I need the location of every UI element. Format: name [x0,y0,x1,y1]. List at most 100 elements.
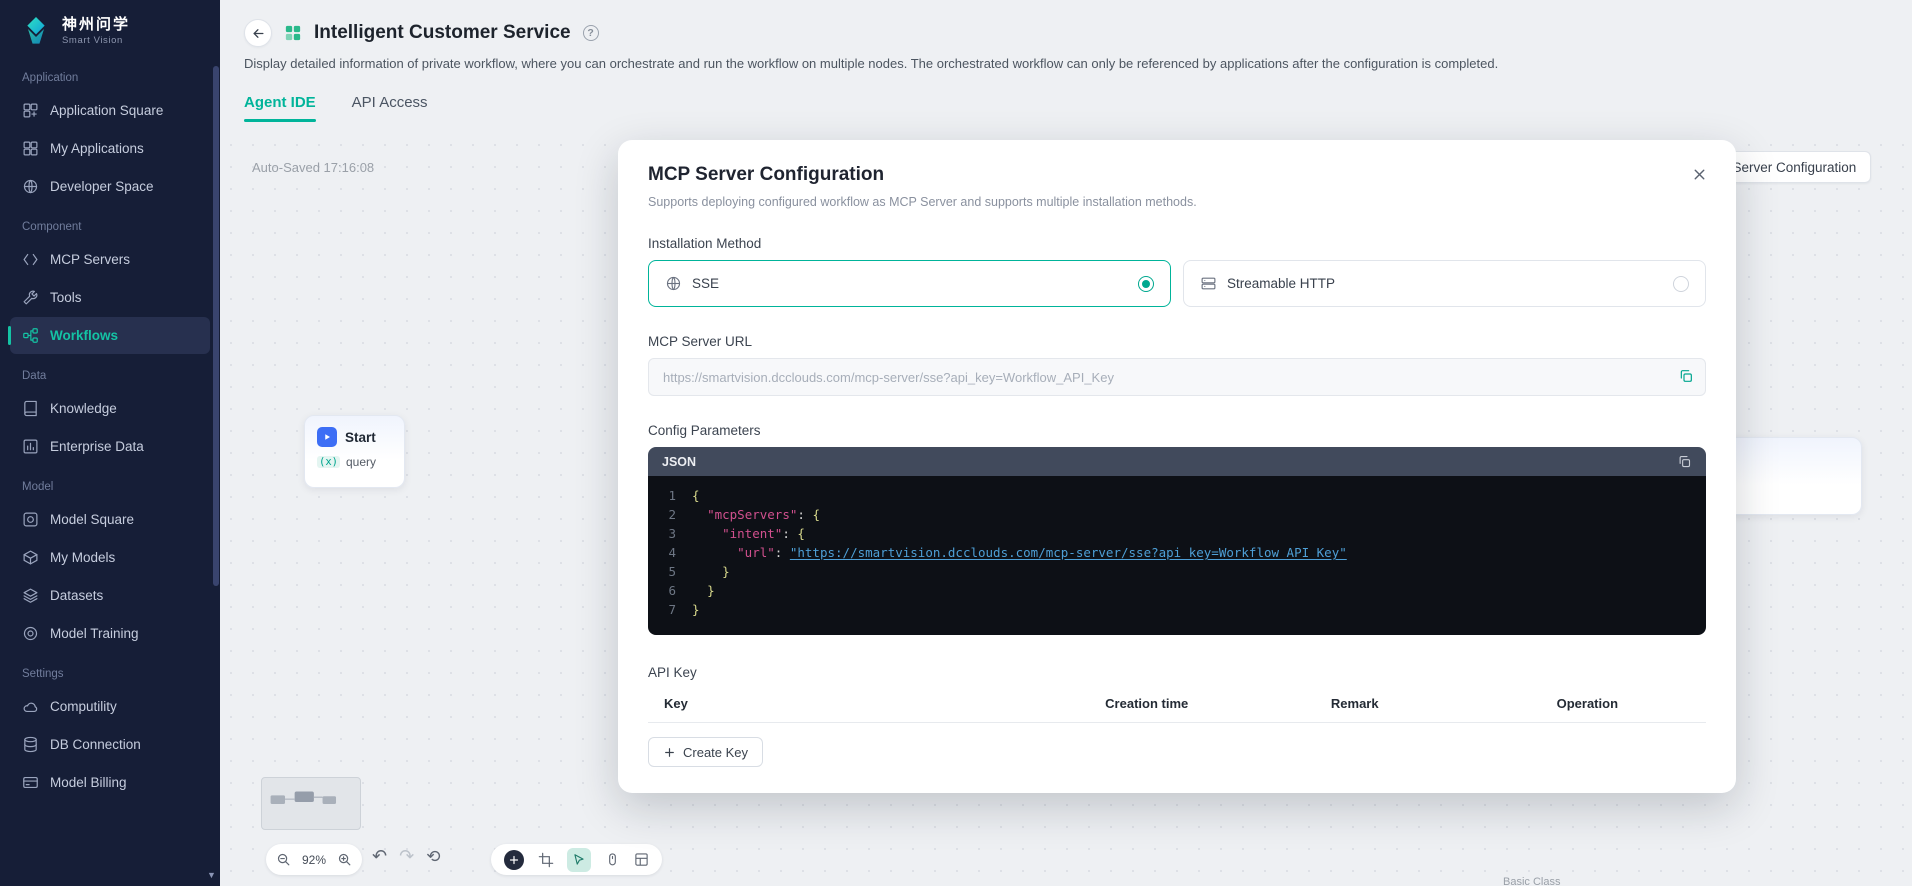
sidebar-item-computility[interactable]: Computility [10,688,210,725]
column-header-operation: Operation [1557,696,1690,711]
zoom-in-button[interactable] [337,852,352,867]
sidebar-item-label: Developer Space [50,179,154,194]
nav-section-label: Settings [0,653,220,687]
column-header-creation-time: Creation time [1105,696,1331,711]
line-number: 2 [648,505,676,524]
sidebar-item-label: DB Connection [50,737,141,752]
sidebar-item-developer-space[interactable]: Developer Space [10,168,210,205]
node-title: Start [345,430,376,445]
page-description: Display detailed information of private … [244,56,1842,71]
tab-agent-ide[interactable]: Agent IDE [244,94,316,122]
code-line: 2 "mcpServers": { [648,505,1706,524]
datasets-icon [22,587,39,604]
workflow-app-icon [284,24,302,42]
book-icon [22,400,39,417]
sidebar-item-enterprise-data[interactable]: Enterprise Data [10,428,210,465]
sidebar-item-label: Enterprise Data [50,439,144,454]
globe-icon [665,275,682,292]
autosave-status: Auto-Saved 17:16:08 [252,160,374,175]
option-sse[interactable]: SSE [648,260,1171,307]
sidebar-item-workflows[interactable]: Workflows [10,317,210,354]
model-square-icon [22,511,39,528]
plus-icon [663,746,676,759]
tab-api-access[interactable]: API Access [352,94,428,122]
zoom-controls: 92% [266,844,362,875]
close-icon[interactable] [1691,166,1708,183]
tab-bar: Agent IDE API Access [244,94,428,122]
auto-layout-icon[interactable] [634,852,649,867]
sidebar-item-label: My Applications [50,141,144,156]
sidebar-item-label: Tools [50,290,82,305]
pan-tool-icon[interactable] [605,852,620,867]
mcp-server-url-field [648,358,1706,396]
code-line: 5 } [648,562,1706,581]
active-indicator [8,326,11,345]
brand-diamond-icon [20,15,52,47]
sidebar-item-tools[interactable]: Tools [10,279,210,316]
copy-code-icon[interactable] [1677,454,1692,469]
modal-title: MCP Server Configuration [648,164,1706,186]
sidebar-item-label: Computility [50,699,117,714]
radio-unselected-icon [1673,276,1689,292]
zoom-out-button[interactable] [276,852,291,867]
start-node-icon [317,427,337,447]
workflow-icon [22,327,39,344]
start-node[interactable]: Start (x) query [304,415,405,488]
sidebar-item-datasets[interactable]: Datasets [10,577,210,614]
variable-badge: (x) [317,456,340,468]
sidebar-item-label: Datasets [50,588,103,603]
back-arrow-icon [251,26,266,41]
sidebar-scrollbar-thumb[interactable] [213,66,219,586]
nav-section-label: Component [0,206,220,240]
config-code-block: JSON 1{2 "mcpServers": {3 "intent": {4 "… [648,447,1706,635]
pointer-tool-button[interactable] [567,848,591,872]
code-line: 6 } [648,581,1706,600]
help-icon[interactable]: ? [583,25,599,41]
config-parameters-label: Config Parameters [648,423,1706,438]
back-button[interactable] [244,19,272,47]
code-line: 3 "intent": { [648,524,1706,543]
page-title: Intelligent Customer Service [314,22,571,44]
sidebar-scroll-down-icon[interactable]: ▼ [204,867,219,882]
sidebar-item-mcp-servers[interactable]: MCP Servers [10,241,210,278]
sidebar-item-model-square[interactable]: Model Square [10,501,210,538]
sidebar-item-label: Model Training [50,626,139,641]
history-controls: ↶ ↷ ⟲ [372,846,440,867]
minimap[interactable] [261,777,361,830]
billing-icon [22,774,39,791]
sidebar-item-label: My Models [50,550,115,565]
frame-select-icon[interactable] [538,852,554,868]
undo-icon[interactable]: ↶ [372,846,387,867]
mcp-server-url-input[interactable] [648,358,1706,396]
mcp-icon [22,251,39,268]
column-header-key: Key [664,696,1105,711]
brand-title: 神州问学 [62,16,130,33]
zoom-out-icon [276,852,291,867]
sidebar-item-application-square[interactable]: Application Square [10,92,210,129]
sidebar-item-my-applications[interactable]: My Applications [10,130,210,167]
code-editor[interactable]: 1{2 "mcpServers": {3 "intent": {4 "url":… [648,476,1706,635]
option-streamable-http[interactable]: Streamable HTTP [1183,260,1706,307]
add-node-button[interactable] [504,850,524,870]
sidebar-item-knowledge[interactable]: Knowledge [10,390,210,427]
create-key-button[interactable]: Create Key [648,737,763,767]
column-header-remark: Remark [1331,696,1557,711]
models-icon [22,549,39,566]
sidebar-item-model-billing[interactable]: Model Billing [10,764,210,801]
sidebar-item-my-models[interactable]: My Models [10,539,210,576]
sidebar-item-model-training[interactable]: Model Training [10,615,210,652]
param-name: query [346,455,376,469]
db-icon [22,736,39,753]
copy-url-icon[interactable] [1678,368,1694,384]
cloud-icon [22,698,39,715]
code-line: 7} [648,600,1706,619]
radio-selected-icon [1138,276,1154,292]
canvas-toolbar [491,844,662,875]
nav-section-label: Model [0,466,220,500]
version-history-icon[interactable]: ⟲ [426,847,440,867]
nav-section-label: Application [0,57,220,91]
sidebar-nav: ApplicationApplication Square My Applicat… [0,57,220,801]
sidebar-item-db-connection[interactable]: DB Connection [10,726,210,763]
redo-icon[interactable]: ↷ [399,846,414,867]
app-window: 神州问学 Smart Vision ApplicationApplication… [0,0,1912,886]
